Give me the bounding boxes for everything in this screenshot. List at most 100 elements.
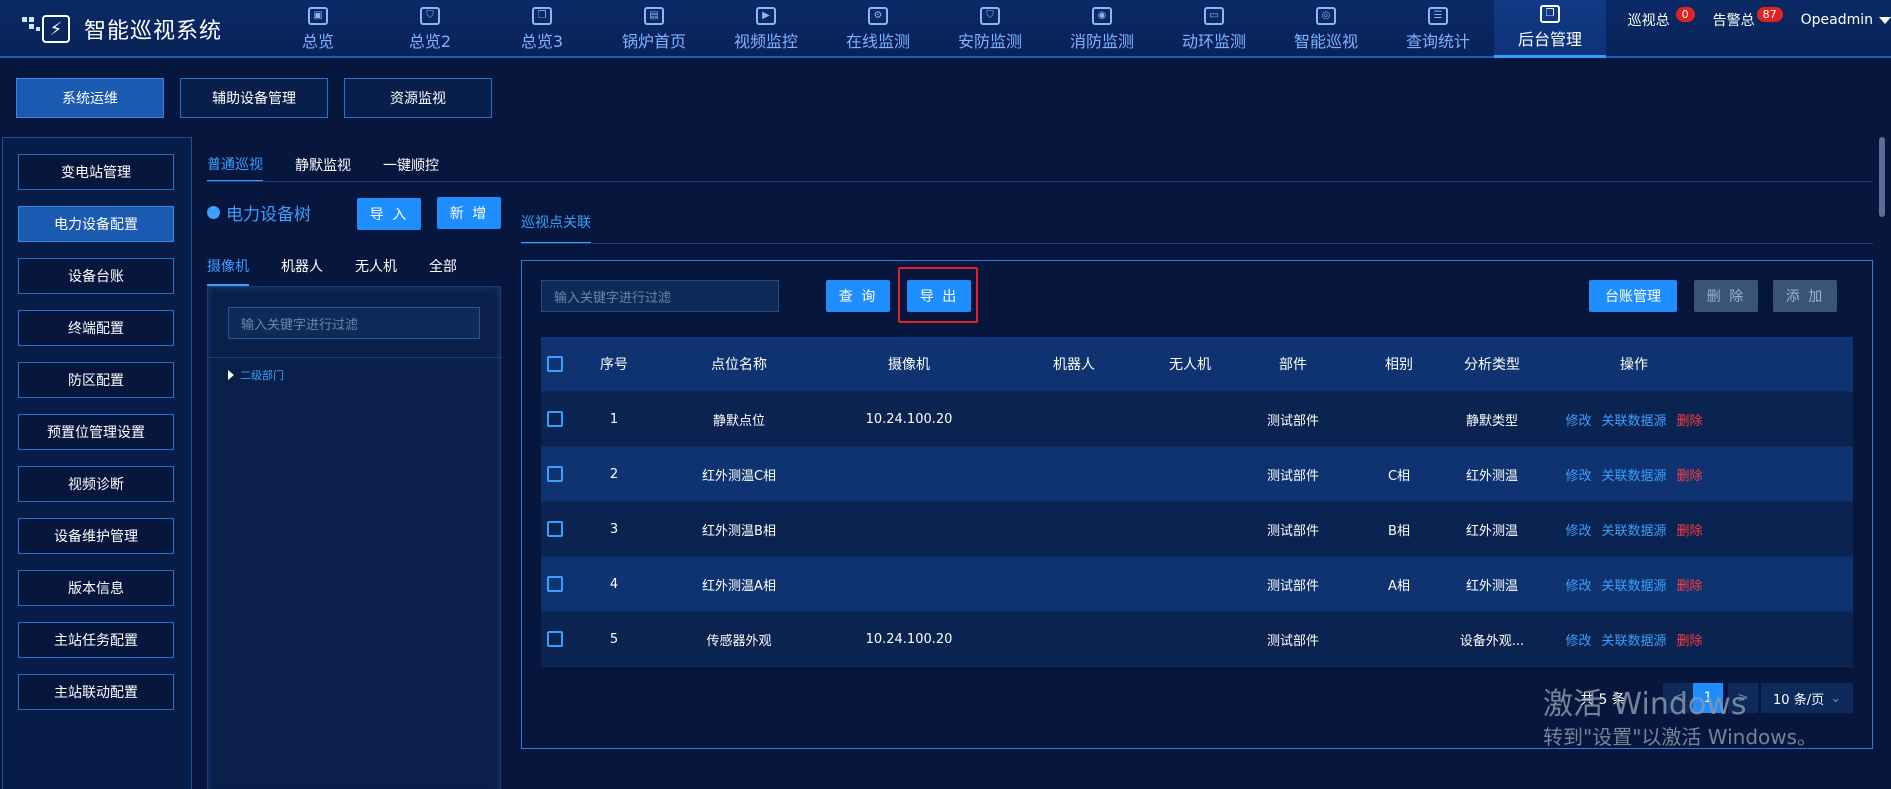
- nav-item-10[interactable]: ☰ 查询统计: [1382, 0, 1494, 58]
- sidebar-item-8[interactable]: 版本信息: [18, 570, 174, 606]
- edit-link[interactable]: 修改: [1565, 575, 1591, 594]
- edit-link[interactable]: 修改: [1565, 520, 1591, 539]
- nav-item-0[interactable]: ▣ 总览: [262, 0, 374, 58]
- link-datasource-link[interactable]: 关联数据源: [1601, 630, 1666, 649]
- logo-icon: ⚡: [22, 11, 72, 47]
- select-all-checkbox[interactable]: [547, 356, 563, 372]
- tab-silent-monitor[interactable]: 静默监视: [295, 148, 351, 182]
- subtab-aux-device[interactable]: 辅助设备管理: [180, 78, 328, 118]
- edit-link[interactable]: 修改: [1565, 630, 1591, 649]
- row-checkbox[interactable]: [547, 631, 563, 647]
- caret-right-icon[interactable]: [228, 370, 234, 380]
- tab-drone[interactable]: 无人机: [355, 256, 397, 286]
- camera-icon: ◉: [1092, 6, 1112, 25]
- sidebar-item-4[interactable]: 防区配置: [18, 362, 174, 398]
- nav-item-8[interactable]: ▭ 动环监测: [1158, 0, 1270, 58]
- row-checkbox[interactable]: [547, 411, 563, 427]
- sidebar-item-9[interactable]: 主站任务配置: [18, 622, 174, 658]
- divider: [207, 181, 1873, 182]
- tree-filter-input[interactable]: 输入关键字进行过滤: [228, 307, 480, 339]
- sidebar-item-1[interactable]: 电力设备配置: [18, 206, 174, 242]
- import-button[interactable]: 导 入: [357, 198, 421, 230]
- delete-link[interactable]: 删除: [1677, 410, 1703, 429]
- sidebar-item-10[interactable]: 主站联动配置: [18, 674, 174, 710]
- add-button[interactable]: 添 加: [1773, 280, 1837, 312]
- windows-watermark: 激活 Windows 转到"设置"以激活 Windows。: [1543, 688, 1817, 752]
- alarm-total[interactable]: 告警总 87: [1713, 6, 1783, 30]
- query-button[interactable]: 查 询: [826, 280, 890, 312]
- sidebar-item-6[interactable]: 视频诊断: [18, 466, 174, 502]
- tab-patrol-point-link[interactable]: 巡视点关联: [521, 206, 591, 244]
- tab-normal-patrol[interactable]: 普通巡视: [207, 148, 263, 182]
- nav-item-5[interactable]: ⚙ 在线监测: [822, 0, 934, 58]
- nav-item-1[interactable]: ⛉ 总览2: [374, 0, 486, 58]
- table-header: 序号 点位名称 摄像机 机器人 无人机 部件 相别 分析类型 操作: [541, 337, 1853, 392]
- ledger-manage-button[interactable]: 台账管理: [1589, 280, 1677, 312]
- subtab-resource-monitor[interactable]: 资源监视: [344, 78, 492, 118]
- nav-item-9[interactable]: ◎ 智能巡视: [1270, 0, 1382, 58]
- column-header: 分析类型: [1464, 357, 1520, 373]
- patrol-total[interactable]: 巡视总 0: [1628, 6, 1695, 30]
- nav-item-4[interactable]: ▶ 视频监控: [710, 0, 822, 58]
- cell-part: 测试部件: [1266, 523, 1319, 539]
- cell-no: 2: [609, 466, 619, 482]
- document-icon: ☰: [1428, 6, 1448, 25]
- sidebar-item-5[interactable]: 预置位管理设置: [18, 414, 174, 450]
- row-actions: 修改 关联数据源 删除: [1541, 520, 1727, 539]
- user-menu[interactable]: Opeadmin: [1801, 12, 1891, 28]
- cell-part: 测试部件: [1266, 633, 1319, 649]
- nav-item-3[interactable]: ▤ 锅炉首页: [598, 0, 710, 58]
- nav-item-label: 智能巡视: [1293, 31, 1358, 51]
- select-all-cell: [541, 356, 569, 372]
- nav-item-2[interactable]: ❒ 总览3: [486, 0, 598, 58]
- delete-link[interactable]: 删除: [1677, 465, 1703, 484]
- delete-link[interactable]: 删除: [1677, 630, 1703, 649]
- cell-part: 测试部件: [1266, 413, 1319, 429]
- sidebar-item-2[interactable]: 设备台账: [18, 258, 174, 294]
- nav-item-label: 总览: [301, 31, 334, 51]
- edit-link[interactable]: 修改: [1565, 410, 1591, 429]
- row-checkbox[interactable]: [547, 521, 563, 537]
- tree-node-label: 二级部门: [240, 369, 284, 382]
- scrollbar[interactable]: [1879, 137, 1885, 217]
- column-header: 相别: [1385, 357, 1413, 373]
- nav-item-label: 总览3: [520, 31, 564, 51]
- row-actions: 修改 关联数据源 删除: [1541, 575, 1727, 594]
- delete-link[interactable]: 删除: [1677, 520, 1703, 539]
- sidebar-item-7[interactable]: 设备维护管理: [18, 518, 174, 554]
- cell-no: 3: [609, 521, 619, 537]
- link-datasource-link[interactable]: 关联数据源: [1601, 575, 1666, 594]
- link-datasource-link[interactable]: 关联数据源: [1601, 465, 1666, 484]
- tab-one-key-control[interactable]: 一键顺控: [383, 148, 439, 182]
- cell-no: 5: [609, 631, 619, 647]
- nav-item-label: 安防监测: [957, 31, 1022, 51]
- chevron-down-icon: [1879, 16, 1891, 24]
- delete-button[interactable]: 删 除: [1694, 280, 1758, 312]
- tab-camera[interactable]: 摄像机: [207, 256, 249, 286]
- tab-robot[interactable]: 机器人: [281, 256, 323, 286]
- link-datasource-link[interactable]: 关联数据源: [1601, 410, 1666, 429]
- nav-item-7[interactable]: ◉ 消防监测: [1046, 0, 1158, 58]
- row-actions: 修改 关联数据源 删除: [1541, 630, 1727, 649]
- sidebar-item-0[interactable]: 变电站管理: [18, 154, 174, 190]
- sidebar-item-3[interactable]: 终端配置: [18, 310, 174, 346]
- tree-title-label: 电力设备树: [226, 205, 311, 225]
- subtab-system-ops[interactable]: 系统运维: [16, 78, 164, 118]
- cell-type: 设备外观...: [1459, 633, 1525, 649]
- delete-link[interactable]: 删除: [1677, 575, 1703, 594]
- edit-link[interactable]: 修改: [1565, 465, 1591, 484]
- image-icon: ▤: [644, 6, 664, 25]
- keyword-filter-input[interactable]: 输入关键字进行过滤: [541, 280, 779, 312]
- new-button[interactable]: 新 增: [437, 197, 501, 229]
- table-row: 5 传感器外观 10.24.100.20 测试部件 设备外观... 修改 关联数据源 删除: [541, 612, 1853, 667]
- tree-node[interactable]: 二级部门: [228, 367, 284, 383]
- tab-all[interactable]: 全部: [429, 256, 457, 286]
- shield-icon: ⛉: [420, 6, 440, 25]
- nav-item-11[interactable]: ❒ 后台管理: [1494, 0, 1606, 58]
- link-datasource-link[interactable]: 关联数据源: [1601, 520, 1666, 539]
- screen-icon: ▭: [1204, 6, 1224, 25]
- row-checkbox[interactable]: [547, 576, 563, 592]
- nav-item-6[interactable]: ⛉ 安防监测: [934, 0, 1046, 58]
- alarm-count-badge: 87: [1756, 6, 1783, 22]
- row-checkbox[interactable]: [547, 466, 563, 482]
